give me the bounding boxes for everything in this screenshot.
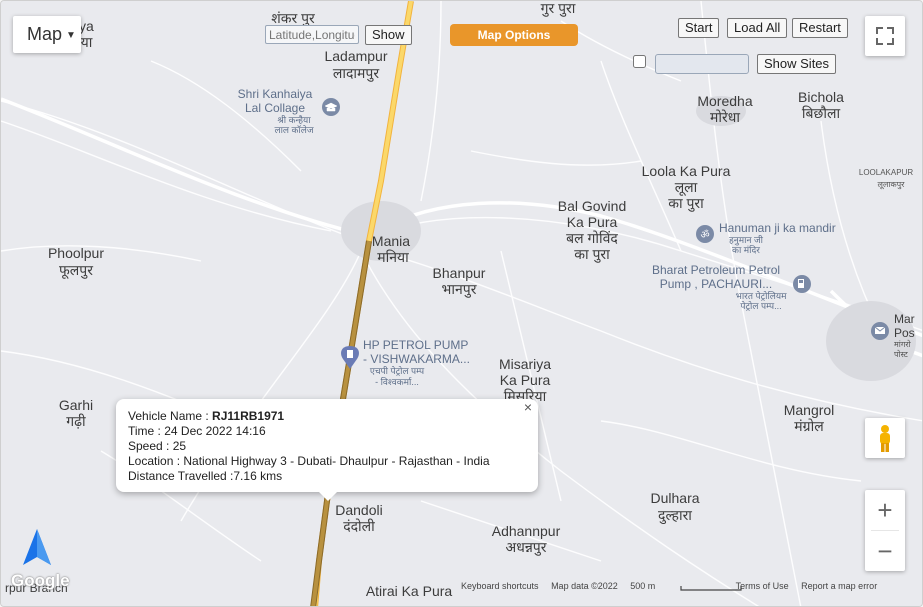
place-moredha-hi: मोरेधा	[710, 109, 740, 125]
mail-icon[interactable]	[871, 322, 889, 340]
poi-college-hi2: लाल कॉलेज	[274, 124, 313, 135]
place-dulhara-hi: दुल्हारा	[658, 507, 692, 525]
poi-hp-en2: - VISHWAKARMA...	[363, 352, 470, 366]
info-vehicle-name: Vehicle Name : RJ11RB1971	[128, 409, 526, 424]
place-balgovind-hi1: बल गोविंद	[566, 230, 618, 246]
keyboard-shortcuts-link[interactable]: Keyboard shortcuts	[461, 581, 539, 591]
place-mangrol-hi: मंग्रोल	[794, 418, 824, 434]
info-vehicle-value: RJ11RB1971	[212, 409, 285, 423]
map-data-attribution: Map data ©2022	[551, 581, 618, 591]
poi-temple-hi2: का मंदिर	[732, 244, 760, 255]
fullscreen-icon	[876, 27, 894, 45]
show-button[interactable]: Show	[365, 25, 412, 45]
place-balgovind-en2: Ka Pura	[567, 214, 618, 230]
place-adhannpur-hi: अधन्नपुर	[506, 539, 547, 556]
caret-down-icon: ▼	[66, 29, 76, 41]
place-loola-hi1: लूला	[675, 179, 698, 196]
poi-bharat-hi1: भारत पेट्रोलियम	[736, 290, 788, 301]
map-background	[1, 1, 922, 606]
google-logo: Google	[11, 571, 70, 590]
pegman-icon	[880, 425, 890, 452]
place-mar-hi2: पोस्ट	[894, 349, 909, 359]
scale-label[interactable]: 500 m	[630, 581, 655, 591]
zoom-control: + −	[865, 490, 905, 571]
place-bichola-en: Bichola	[798, 89, 844, 105]
place-mar-en2: Pos	[894, 326, 915, 340]
terms-link[interactable]: Terms of Use	[736, 581, 789, 591]
poi-college-en1: Shri Kanhaiya	[238, 87, 313, 101]
info-vehicle-label: Vehicle Name :	[128, 409, 213, 423]
info-time: Time : 24 Dec 2022 14:16	[128, 424, 266, 438]
svg-text:ॐ: ॐ	[700, 229, 709, 241]
close-icon[interactable]: ×	[524, 400, 532, 415]
start-button[interactable]: Start	[678, 18, 720, 38]
place-mar-hi1: मांगरो	[894, 339, 912, 349]
place-garhi-hi: गढ़ी	[66, 413, 86, 429]
place-balgovind-en1: Bal Govind	[558, 198, 626, 214]
poi-bharat-en1: Bharat Petroleum Petrol	[652, 263, 780, 277]
place-ladampur-en: Ladampur	[324, 48, 387, 64]
place-top-hi: गुर पुरा	[541, 1, 576, 17]
latlng-input[interactable]	[265, 25, 359, 44]
site-input[interactable]	[655, 54, 749, 74]
map-footer: Keyboard shortcuts Map data ©2022 500 m …	[461, 581, 887, 595]
place-bhanpur-en: Bhanpur	[433, 265, 486, 281]
sites-checkbox[interactable]	[633, 55, 646, 68]
poi-hp-en1: HP PETROL PUMP	[363, 338, 468, 352]
poi-college-hi1: श्री कन्हैया	[277, 114, 311, 125]
info-window-pointer	[319, 492, 337, 501]
place-misariya-en1: Misariya	[499, 356, 551, 372]
place-dulhara-en: Dulhara	[650, 490, 699, 506]
report-error-link[interactable]: Report a map error	[801, 581, 877, 591]
place-bichola-hi: बिछौला	[802, 105, 841, 121]
info-distance: Distance Travelled :7.16 kms	[128, 469, 283, 483]
load-all-button[interactable]: Load All	[727, 18, 788, 38]
map-frame: diya दिया शंकर पुर Ladampur लादामपुर गुर…	[0, 0, 923, 607]
place-phoolpur-hi: फूलपुर	[59, 262, 93, 279]
place-balgovind-hi2: का पुरा	[574, 246, 610, 263]
place-loola-en: Loola Ka Pura	[642, 163, 731, 179]
poi-bharat-hi2: पेट्रोल पम्प...	[740, 300, 781, 311]
temple-icon[interactable]: ॐ	[696, 225, 714, 243]
place-loola-hi2: का पुरा	[668, 195, 704, 212]
place-garhi-en: Garhi	[59, 397, 93, 413]
place-misariya-en2: Ka Pura	[500, 372, 551, 388]
poi-college-en2: Lal Collage	[245, 101, 305, 115]
map-options-button[interactable]: Map Options	[450, 24, 578, 46]
map-canvas[interactable]: diya दिया शंकर पुर Ladampur लादामपुर गुर…	[1, 1, 923, 607]
place-bhanpur-hi: भानपुर	[442, 281, 477, 298]
map-type-label: Map	[27, 24, 63, 44]
vehicle-info-window: × Vehicle Name : RJ11RB1971 Time : 24 De…	[116, 399, 538, 501]
graduation-cap-icon[interactable]	[322, 98, 340, 116]
place-mar-en1: Mar	[894, 312, 915, 326]
fuel-pump-icon[interactable]	[793, 275, 811, 293]
fullscreen-button[interactable]	[865, 16, 905, 56]
place-ladampur-hi: लादामपुर	[333, 65, 380, 82]
zoom-in-button[interactable]: +	[865, 490, 905, 530]
place-moredha-en: Moredha	[697, 93, 752, 109]
restart-button[interactable]: Restart	[792, 18, 848, 38]
place-phoolpur-en: Phoolpur	[48, 245, 104, 261]
info-location: Location : National Highway 3 - Dubati- …	[128, 454, 490, 468]
street-view-pegman-button[interactable]	[865, 418, 905, 458]
poi-hp-hi1: एचपी पेट्रोल पम्प	[370, 365, 425, 376]
map-type-button[interactable]: Map ▼	[13, 16, 81, 53]
place-dandoli-hi: दंदोली	[343, 518, 375, 534]
place-loolakapur-hi: लूलाकपुर	[878, 180, 906, 190]
zoom-out-button[interactable]: −	[865, 531, 905, 571]
poi-temple-en: Hanuman ji ka mandir	[719, 221, 836, 235]
info-speed: Speed : 25	[128, 439, 187, 453]
place-dandoli-en: Dandoli	[335, 502, 382, 518]
poi-hp-hi2: - विश्वकर्मा...	[375, 376, 419, 387]
place-mangrol-en: Mangrol	[784, 402, 835, 418]
show-sites-button[interactable]: Show Sites	[757, 54, 837, 74]
poi-bharat-en2: Pump , PACHAURI...	[660, 277, 772, 291]
place-loolakapur-en: LOOLAKAPUR	[859, 168, 913, 177]
place-atirai-en: Atirai Ka Pura	[366, 583, 453, 599]
place-mania-hi: मनिया	[377, 249, 409, 265]
place-adhannpur-en: Adhannpur	[492, 523, 561, 539]
place-mania-en: Mania	[372, 233, 410, 249]
